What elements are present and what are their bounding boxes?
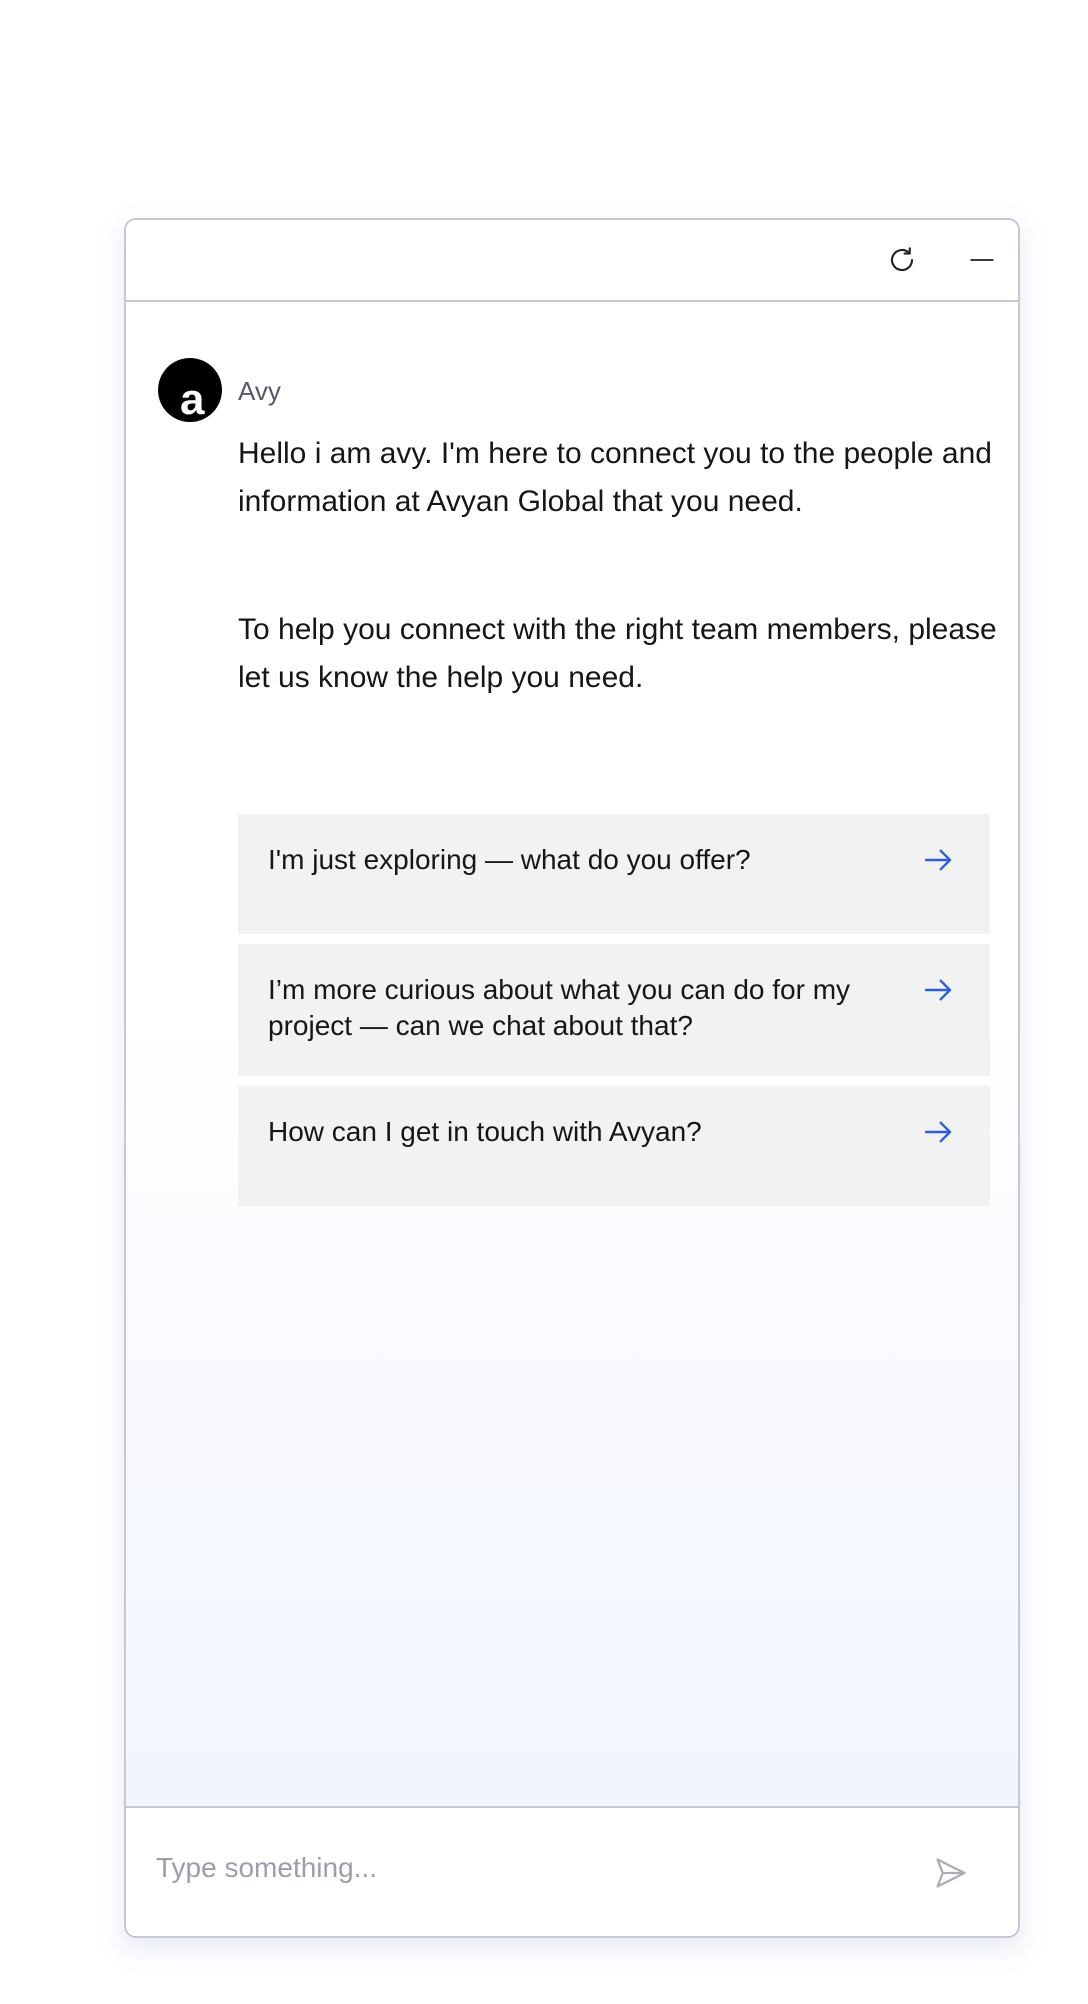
chat-widget: a Avy Hello i am avy. I'm here to connec… [124,218,1020,1938]
arrow-right-icon [924,979,952,1001]
option-label: I’m more curious about what you can do f… [268,974,851,1041]
arrow-right-icon [924,1121,952,1143]
sender-name: Avy [238,376,281,406]
send-icon [936,1858,966,1888]
composer-bar [126,1806,1018,1936]
refresh-icon [890,247,914,272]
quick-reply-option[interactable]: I'm just exploring — what do you offer? [238,814,990,934]
avatar: a [158,358,222,422]
arrow-right-icon [924,849,952,871]
minimize-button[interactable] [958,236,1006,284]
quick-reply-option[interactable]: How can I get in touch with Avyan? [238,1086,990,1206]
bot-message: To help you connect with the right team … [238,613,997,694]
option-label: How can I get in touch with Avyan? [268,1116,702,1147]
message-input[interactable] [156,1838,916,1898]
avatar-letter: a [180,375,205,422]
refresh-button[interactable] [878,236,926,284]
quick-reply-option[interactable]: I’m more curious about what you can do f… [238,944,990,1076]
option-label: I'm just exploring — what do you offer? [268,844,751,875]
chat-header [126,220,1018,302]
bot-message: Hello i am avy. I'm here to connect you … [238,437,992,518]
send-button[interactable] [926,1848,976,1898]
message-list: a Avy Hello i am avy. I'm here to connec… [126,302,1018,1806]
minimize-icon [970,259,994,261]
